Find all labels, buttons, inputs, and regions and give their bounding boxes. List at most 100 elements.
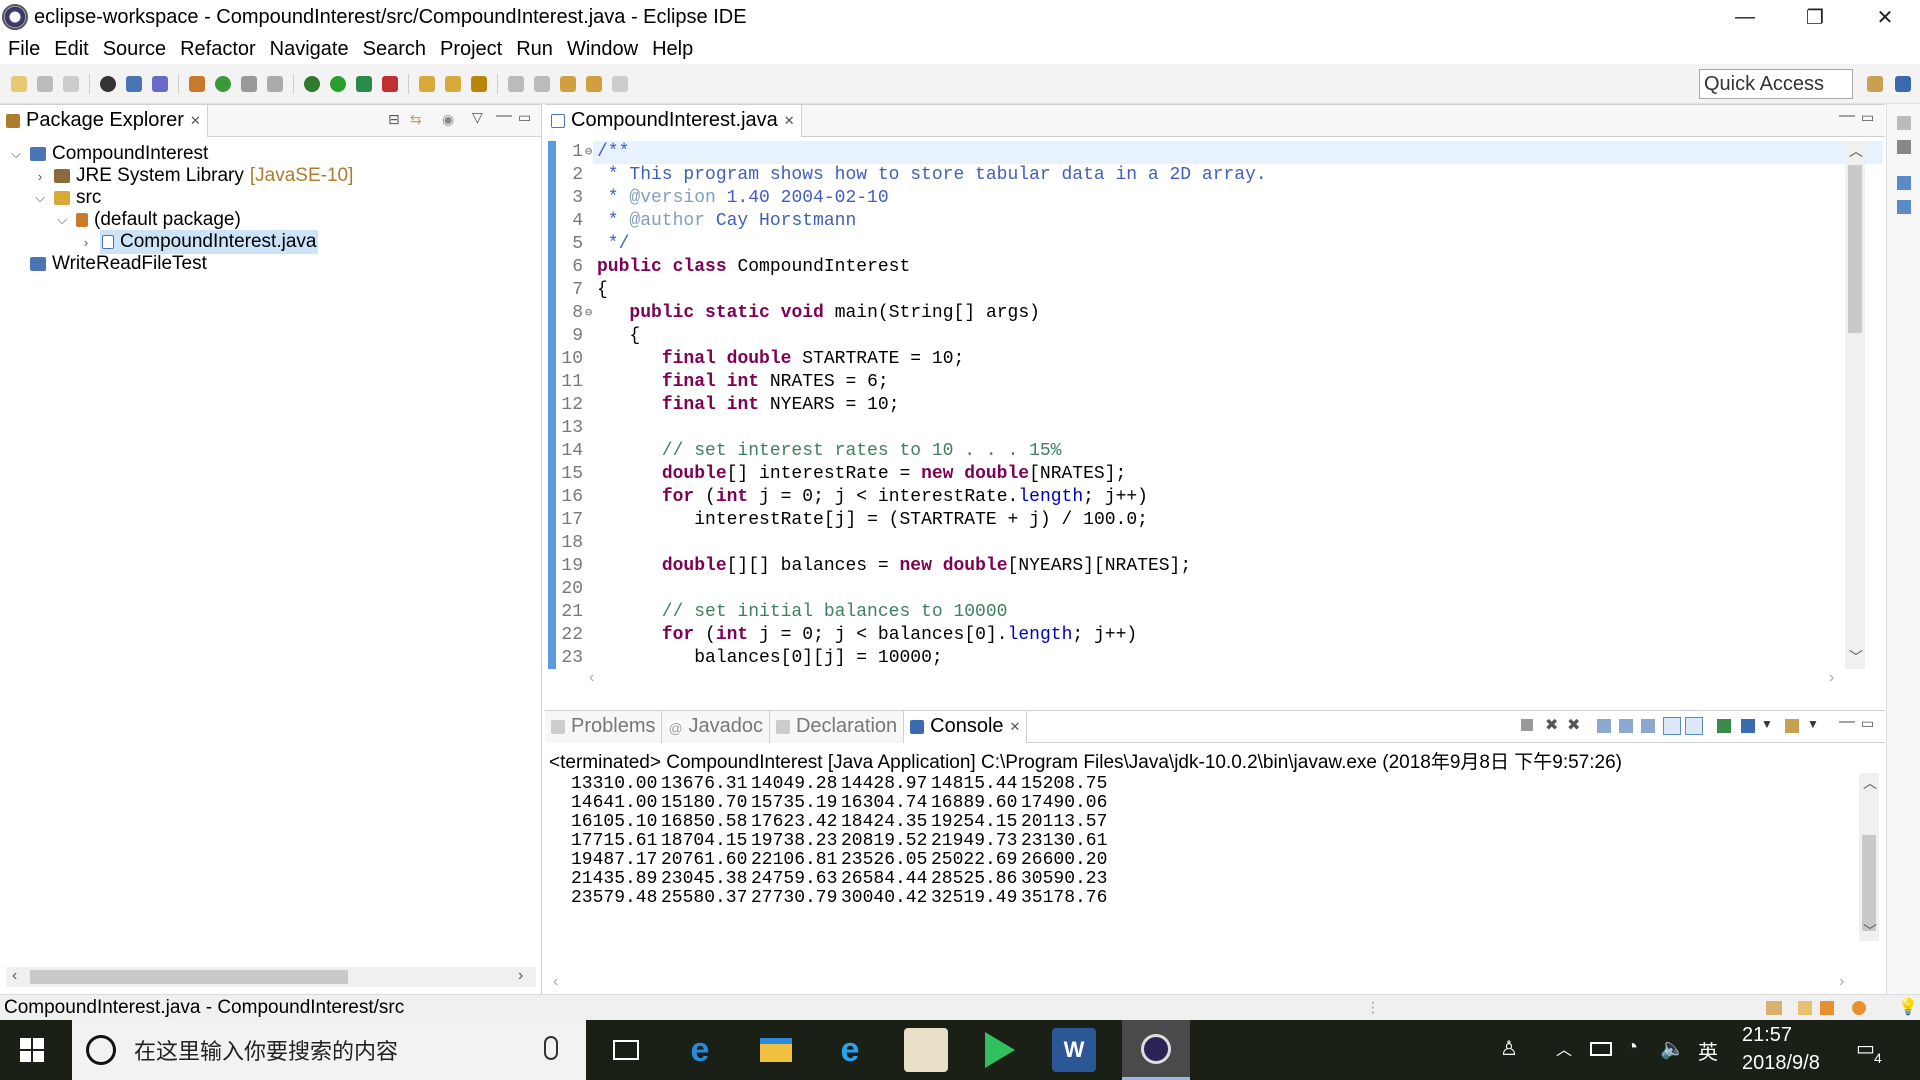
fold-marker[interactable] bbox=[585, 279, 597, 302]
link-with-editor-icon[interactable]: ⇆ bbox=[410, 111, 422, 128]
scroll-up-icon[interactable]: ︿ bbox=[1863, 773, 1877, 793]
minimize-button[interactable]: — bbox=[1710, 0, 1780, 34]
taskbar-search-box[interactable]: 在这里输入你要搜索的内容 bbox=[72, 1020, 586, 1080]
open-task-icon[interactable] bbox=[445, 75, 461, 92]
open-console-icon[interactable] bbox=[1785, 719, 1799, 733]
save-all-icon[interactable] bbox=[63, 75, 79, 92]
code-line[interactable]: 19 double[][] balances = new double[NYEA… bbox=[545, 555, 1191, 578]
tab-javadoc[interactable]: @ Javadoc bbox=[662, 710, 770, 743]
last-edit-location-icon[interactable] bbox=[560, 75, 576, 92]
fold-marker[interactable] bbox=[585, 164, 597, 187]
save-icon[interactable] bbox=[37, 75, 53, 92]
tray-icon[interactable] bbox=[1820, 1001, 1834, 1015]
previous-annotation-icon[interactable] bbox=[534, 75, 550, 92]
ime-tray-icon[interactable] bbox=[1798, 1001, 1812, 1015]
expanded-chevron-icon[interactable]: ⌵ bbox=[54, 212, 70, 228]
console-hscrollbar[interactable]: ‹ › bbox=[549, 973, 1859, 993]
fold-marker[interactable] bbox=[585, 325, 597, 348]
scroll-right-icon[interactable]: › bbox=[1839, 973, 1844, 991]
task-list-icon[interactable] bbox=[1897, 140, 1911, 154]
file-explorer-icon[interactable] bbox=[754, 1028, 798, 1072]
open-type-icon[interactable] bbox=[241, 75, 257, 92]
menu-navigate[interactable]: Navigate bbox=[270, 38, 349, 61]
fold-marker[interactable] bbox=[585, 555, 597, 578]
focus-icon[interactable]: ◉ bbox=[442, 111, 454, 128]
menu-refactor[interactable]: Refactor bbox=[180, 38, 256, 61]
fold-marker[interactable] bbox=[585, 233, 597, 256]
new-java-package-icon[interactable] bbox=[189, 75, 205, 92]
menu-help[interactable]: Help bbox=[652, 38, 693, 61]
pen-icon[interactable] bbox=[471, 75, 487, 92]
menu-search[interactable]: Search bbox=[363, 38, 426, 61]
view-menu-icon[interactable]: ▽ bbox=[472, 109, 483, 126]
menu-edit[interactable]: Edit bbox=[54, 38, 88, 61]
scroll-left-icon[interactable]: ‹ bbox=[12, 967, 17, 985]
collapsed-chevron-icon[interactable]: › bbox=[32, 169, 48, 184]
edge-icon[interactable]: e bbox=[678, 1028, 722, 1072]
code-editor[interactable]: 1 ⊖/** 2 * This program shows how to store… bbox=[545, 139, 1885, 669]
fold-marker[interactable] bbox=[585, 647, 597, 669]
tab-compoundinterest-java[interactable]: CompoundInterest.java ✕ bbox=[545, 104, 802, 137]
code-line[interactable]: 7{ bbox=[545, 279, 608, 302]
java-perspective-icon[interactable] bbox=[1895, 75, 1911, 92]
maximize-view-icon[interactable]: ▭ bbox=[518, 109, 531, 126]
maximize-view-icon[interactable]: ▭ bbox=[1861, 109, 1874, 126]
restore-button[interactable]: ❐ bbox=[1780, 0, 1850, 34]
code-line[interactable]: 3 * @version 1.40 2004-02-10 bbox=[545, 187, 888, 210]
fold-marker[interactable] bbox=[585, 509, 597, 532]
fold-marker[interactable] bbox=[585, 256, 597, 279]
fold-marker[interactable] bbox=[585, 440, 597, 463]
console-icon[interactable] bbox=[126, 75, 142, 92]
fold-marker[interactable] bbox=[585, 578, 597, 601]
scroll-left-icon[interactable]: ‹ bbox=[553, 973, 558, 991]
code-line[interactable]: 21 // set initial balances to 10000 bbox=[545, 601, 1007, 624]
eclipse-taskbar-icon[interactable] bbox=[1122, 1020, 1190, 1080]
code-line[interactable]: 9 { bbox=[545, 325, 640, 348]
word-wrap-icon[interactable] bbox=[1641, 719, 1655, 733]
expanded-chevron-icon[interactable]: ⌵ bbox=[8, 146, 24, 162]
code-line[interactable]: 17 interestRate[j] = (STARTRATE + j) / 1… bbox=[545, 509, 1148, 532]
outline-view-icon[interactable] bbox=[1897, 176, 1911, 190]
outline-icon[interactable] bbox=[1897, 116, 1911, 130]
code-line[interactable]: 11 final int NRATES = 6; bbox=[545, 371, 888, 394]
menu-project[interactable]: Project bbox=[440, 38, 502, 61]
minimize-view-icon[interactable]: — bbox=[496, 107, 512, 125]
scroll-up-icon[interactable]: ︿ bbox=[1849, 141, 1863, 161]
close-icon[interactable]: ✕ bbox=[190, 113, 201, 129]
fold-marker[interactable] bbox=[585, 394, 597, 417]
fold-marker[interactable] bbox=[585, 187, 597, 210]
menu-file[interactable]: File bbox=[8, 38, 40, 61]
code-line[interactable]: 12 final int NYEARS = 10; bbox=[545, 394, 899, 417]
code-line[interactable]: 10 final double STARTRATE = 10; bbox=[545, 348, 964, 371]
skip-breakpoints-icon[interactable] bbox=[152, 75, 168, 92]
scroll-right-icon[interactable]: › bbox=[518, 967, 523, 985]
clock-time[interactable]: 21:57 bbox=[1742, 1024, 1792, 1047]
menu-window[interactable]: Window bbox=[567, 38, 638, 61]
tree-item-writereadfiletest[interactable]: WriteReadFileTest bbox=[8, 251, 207, 277]
fold-marker[interactable]: ⊖ bbox=[585, 141, 597, 164]
dropdown-icon[interactable]: ▼ bbox=[1761, 717, 1773, 731]
fold-marker[interactable] bbox=[585, 348, 597, 371]
code-line[interactable]: 15 double[] interestRate = new double[NR… bbox=[545, 463, 1126, 486]
fold-marker[interactable] bbox=[585, 532, 597, 555]
quick-access-field[interactable]: Quick Access bbox=[1699, 69, 1853, 99]
close-button[interactable]: ✕ bbox=[1850, 0, 1920, 34]
scroll-down-icon[interactable]: ﹀ bbox=[1849, 647, 1863, 667]
microphone-icon[interactable] bbox=[544, 1036, 558, 1060]
debug-icon[interactable] bbox=[304, 75, 320, 92]
fold-marker[interactable] bbox=[585, 417, 597, 440]
collapse-all-icon[interactable]: ⊟ bbox=[388, 111, 400, 128]
internet-explorer-icon[interactable]: e bbox=[828, 1028, 872, 1072]
close-icon[interactable]: ✕ bbox=[1010, 719, 1021, 735]
editor-hscrollbar[interactable]: ‹ › bbox=[585, 669, 1845, 689]
update-icon[interactable] bbox=[1766, 1001, 1782, 1015]
new-java-class-icon[interactable] bbox=[215, 75, 231, 92]
code-line[interactable]: 6 public class CompoundInterest bbox=[545, 256, 910, 279]
scroll-lock-icon[interactable] bbox=[1619, 719, 1633, 733]
clear-console-icon[interactable] bbox=[1597, 719, 1611, 733]
code-line[interactable]: 20 bbox=[545, 578, 597, 601]
forward-icon[interactable] bbox=[612, 75, 628, 92]
menu-source[interactable]: Source bbox=[103, 38, 166, 61]
cortana-icon[interactable] bbox=[86, 1035, 116, 1065]
tip-icon[interactable]: 💡 bbox=[1898, 997, 1918, 1017]
